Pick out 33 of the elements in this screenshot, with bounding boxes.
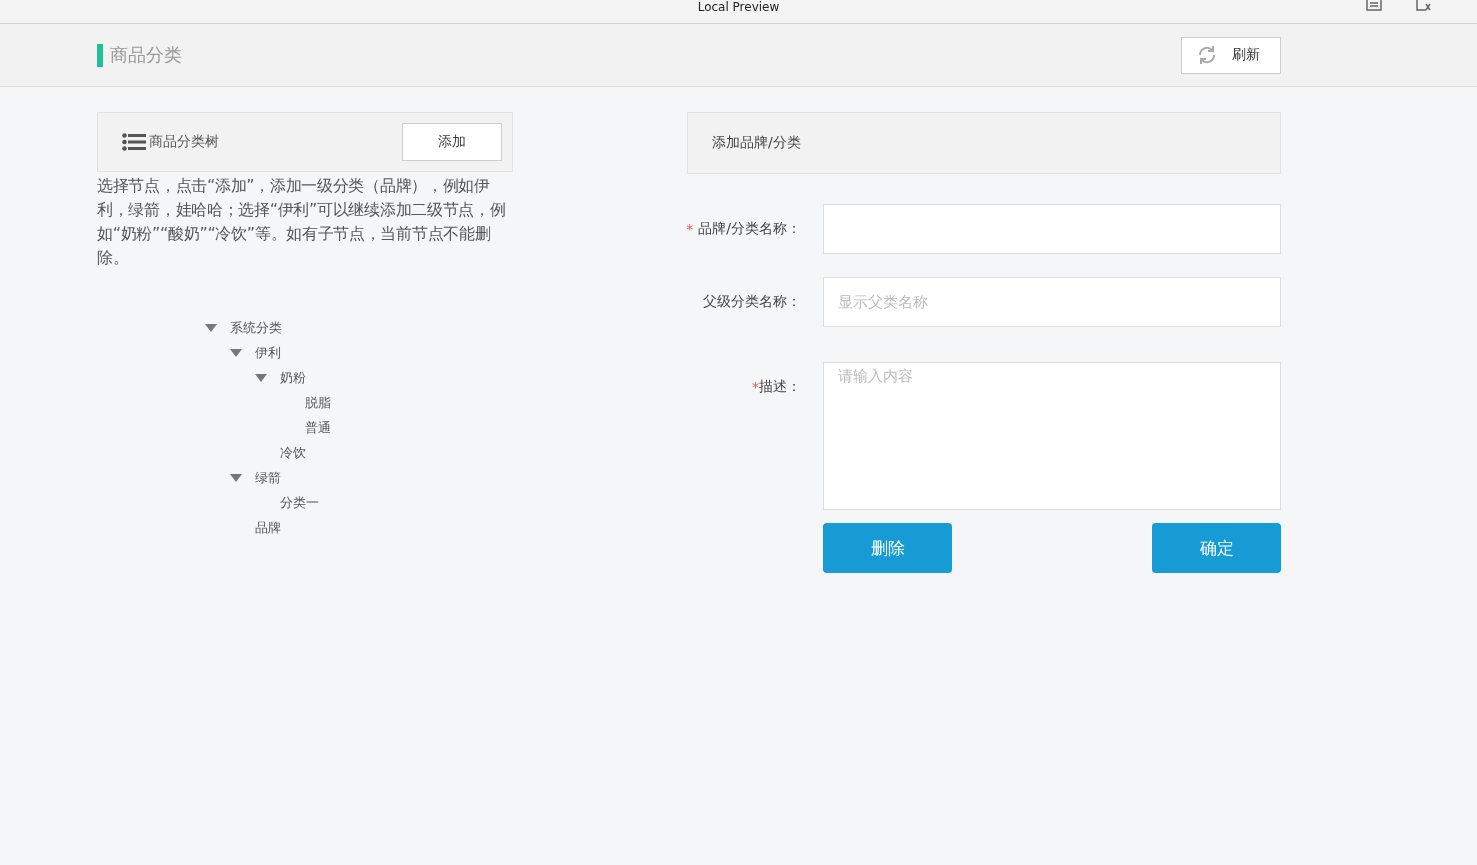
tree-node[interactable]: 脱脂 (305, 393, 331, 412)
text-area[interactable]: 请输入内容 (823, 362, 1281, 510)
window-title: Local Preview (697, 0, 780, 14)
edit-icon[interactable] (1416, 0, 1434, 11)
tree-node[interactable]: 品牌 (255, 518, 281, 537)
tree-node[interactable]: 普通 (305, 418, 331, 437)
input-field[interactable]: 显示父类名称 (823, 277, 1281, 327)
refresh-button[interactable]: 刷新 (1181, 36, 1281, 74)
required-mark: * (752, 379, 759, 395)
hint-text: 选择节点，点击“添加”，添加一级分类（品牌），例如伊利，绿箭，娃哈哈；选择“伊利”可以继续添加二级节点，例如“奶粉”“酸奶”“冷饮”等。如有子节点，当前节点不能删除。 (97, 175, 507, 269)
form-title: 添加品牌/分类 (712, 134, 801, 152)
collapse-caret-icon[interactable] (230, 473, 242, 482)
tree-node[interactable]: 冷饮 (280, 443, 306, 462)
tree-node[interactable]: 奶粉 (280, 368, 306, 387)
field-label: 品牌/分类名称： (698, 220, 801, 238)
page-title: 商品分类 (110, 43, 182, 67)
tree-node[interactable]: 伊利 (255, 343, 281, 362)
input-field[interactable] (823, 204, 1281, 254)
panel-title: 商品分类树 (149, 133, 219, 151)
accent-bar (97, 43, 103, 67)
collapse-caret-icon[interactable] (255, 373, 267, 382)
field-label: 描述： (759, 378, 801, 396)
tree-node[interactable]: 绿箭 (255, 468, 281, 487)
required-mark: * (686, 221, 694, 237)
refresh-icon (1196, 44, 1218, 66)
list-icon (122, 133, 146, 151)
tree-node[interactable]: 系统分类 (230, 318, 282, 337)
collapse-caret-icon[interactable] (205, 323, 217, 332)
field-label: 父级分类名称： (703, 293, 801, 311)
tree-node[interactable]: 分类一 (280, 493, 319, 512)
collapse-caret-icon[interactable] (230, 348, 242, 357)
document-icon[interactable] (1366, 0, 1382, 11)
add-button[interactable]: 添加 (402, 123, 502, 161)
